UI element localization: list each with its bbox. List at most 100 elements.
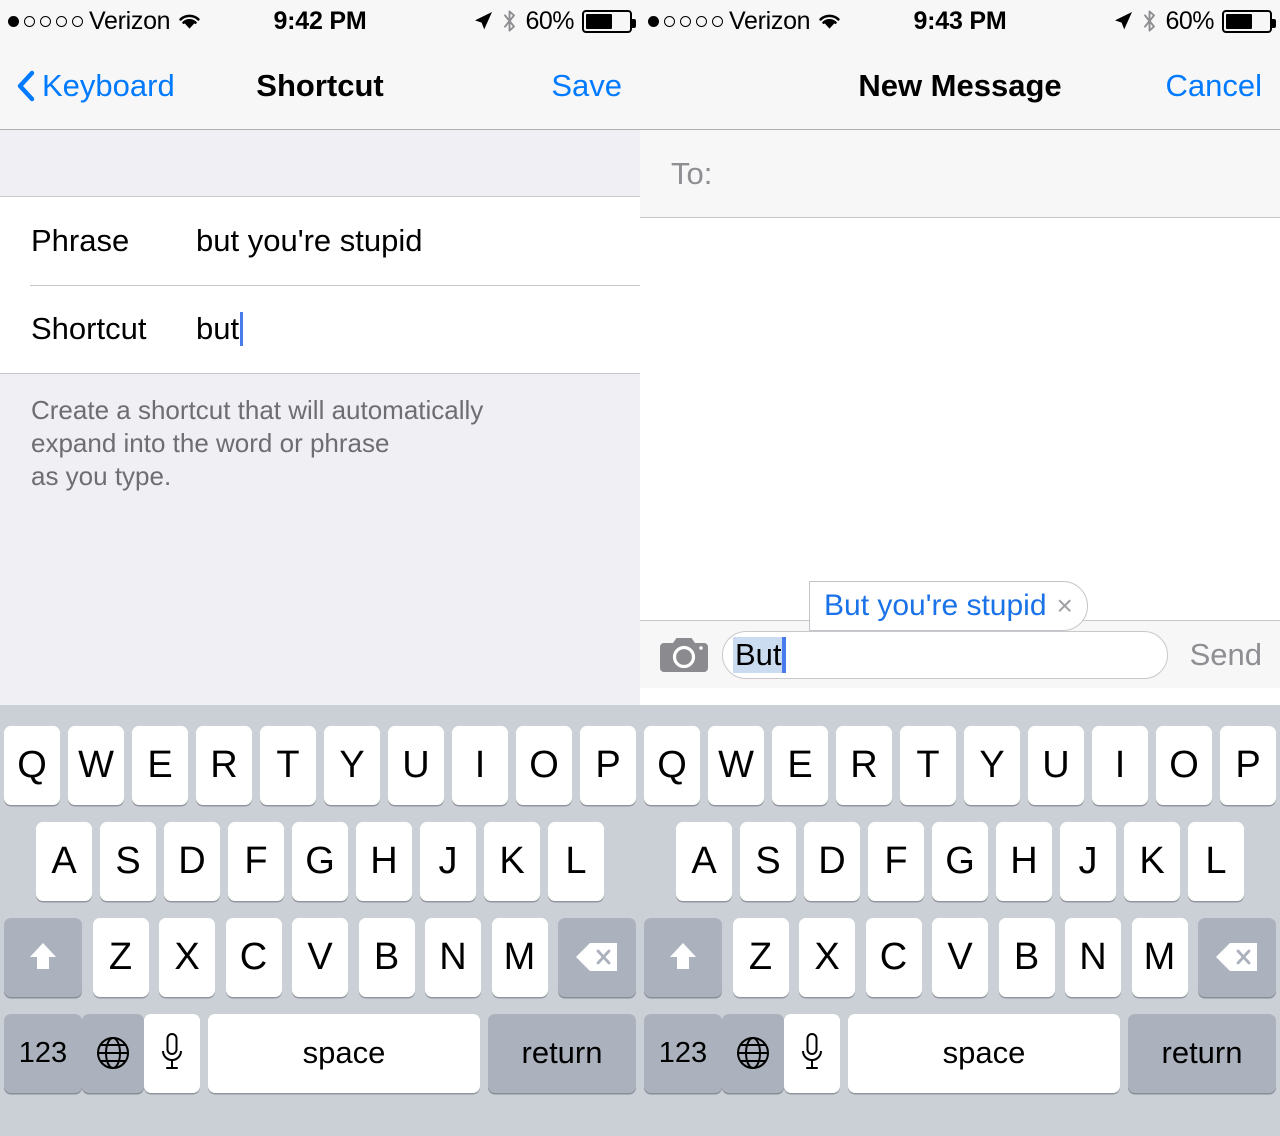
key-k[interactable]: K xyxy=(484,821,540,901)
key-v[interactable]: V xyxy=(932,917,988,997)
key-x[interactable]: X xyxy=(799,917,855,997)
send-button[interactable]: Send xyxy=(1180,637,1268,673)
globe-key[interactable] xyxy=(722,1013,784,1093)
keyboard-row-1: Q W E R T Y U I O P xyxy=(640,717,1280,813)
key-b[interactable]: B xyxy=(998,917,1055,997)
key-v[interactable]: V xyxy=(292,917,348,997)
dual-screenshot-stage: Verizon 9:42 PM 60% Keyboard Shortcut Sa… xyxy=(0,0,1280,1136)
key-j[interactable]: J xyxy=(1060,821,1116,901)
key-l[interactable]: L xyxy=(1188,821,1244,901)
key-i[interactable]: I xyxy=(452,725,508,805)
shift-arrow-icon xyxy=(30,943,56,969)
dictation-key[interactable] xyxy=(144,1013,200,1093)
delete-key[interactable] xyxy=(558,917,636,997)
table-top-spacer xyxy=(0,130,640,197)
key-k[interactable]: K xyxy=(1124,821,1180,901)
dictation-key[interactable] xyxy=(784,1013,840,1093)
return-key[interactable]: return xyxy=(488,1013,636,1093)
key-d[interactable]: D xyxy=(164,821,220,901)
key-h[interactable]: H xyxy=(356,821,412,901)
bluetooth-icon xyxy=(504,10,516,32)
key-q[interactable]: Q xyxy=(4,725,60,805)
phrase-input[interactable]: but you're stupid xyxy=(196,223,423,259)
key-u[interactable]: U xyxy=(388,725,444,805)
key-a[interactable]: A xyxy=(676,821,732,901)
close-icon[interactable]: × xyxy=(1057,591,1073,620)
phrase-row[interactable]: Phrase but you're stupid xyxy=(0,197,640,285)
left-status-bar: Verizon 9:42 PM 60% xyxy=(0,0,640,42)
key-y[interactable]: Y xyxy=(964,725,1020,805)
space-key[interactable]: space xyxy=(208,1013,480,1093)
shift-key[interactable] xyxy=(644,917,722,997)
shortcut-input[interactable]: but xyxy=(196,311,244,347)
key-q[interactable]: Q xyxy=(644,725,700,805)
key-n[interactable]: N xyxy=(1065,917,1121,997)
key-r[interactable]: R xyxy=(196,725,252,805)
key-s[interactable]: S xyxy=(740,821,796,901)
key-g[interactable]: G xyxy=(932,821,988,901)
key-t[interactable]: T xyxy=(260,725,316,805)
key-s[interactable]: S xyxy=(100,821,156,901)
key-m[interactable]: M xyxy=(491,917,548,997)
backspace-icon xyxy=(576,943,617,971)
key-m[interactable]: M xyxy=(1131,917,1188,997)
cancel-button[interactable]: Cancel xyxy=(1166,68,1263,104)
keyboard-row-4: 123 space return xyxy=(0,1005,640,1101)
camera-icon[interactable] xyxy=(658,635,710,675)
key-g[interactable]: G xyxy=(292,821,348,901)
text-caret xyxy=(240,312,244,346)
key-z[interactable]: Z xyxy=(732,917,789,997)
key-h[interactable]: H xyxy=(996,821,1052,901)
key-f[interactable]: F xyxy=(868,821,924,901)
key-x[interactable]: X xyxy=(159,917,215,997)
phrase-label: Phrase xyxy=(31,223,130,258)
space-key[interactable]: space xyxy=(848,1013,1120,1093)
left-nav-bar: Keyboard Shortcut Save xyxy=(0,42,640,130)
key-t[interactable]: T xyxy=(900,725,956,805)
key-o[interactable]: O xyxy=(516,725,572,805)
key-p[interactable]: P xyxy=(1220,725,1276,805)
message-text-value: But xyxy=(733,636,782,673)
key-c[interactable]: C xyxy=(865,917,922,997)
delete-key[interactable] xyxy=(1198,917,1276,997)
right-keyboard[interactable]: Q W E R T Y U I O P A S D F G H J K L Z … xyxy=(640,705,1280,1136)
key-c[interactable]: C xyxy=(225,917,282,997)
shift-key[interactable] xyxy=(4,917,82,997)
key-n[interactable]: N xyxy=(425,917,481,997)
key-z[interactable]: Z xyxy=(92,917,149,997)
numeric-key[interactable]: 123 xyxy=(4,1013,82,1093)
key-f[interactable]: F xyxy=(228,821,284,901)
compose-toolbar: But But you're stupid × Send xyxy=(640,580,1280,688)
key-e[interactable]: E xyxy=(132,725,188,805)
message-text-input[interactable]: But But you're stupid × xyxy=(722,580,1168,679)
key-e[interactable]: E xyxy=(772,725,828,805)
key-r[interactable]: R xyxy=(836,725,892,805)
shortcut-form-group: Phrase but you're stupid Shortcut but xyxy=(0,197,640,374)
autocomplete-suggestion-bubble[interactable]: But you're stupid × xyxy=(809,580,1088,631)
key-u[interactable]: U xyxy=(1028,725,1084,805)
numeric-key[interactable]: 123 xyxy=(644,1013,722,1093)
key-w[interactable]: W xyxy=(68,725,124,805)
location-arrow-icon xyxy=(475,12,493,30)
battery-percent: 60% xyxy=(1165,6,1214,35)
key-l[interactable]: L xyxy=(548,821,604,901)
shortcut-value: but xyxy=(196,311,240,346)
left-keyboard[interactable]: Q W E R T Y U I O P A S D F G H J K L Z … xyxy=(0,705,640,1136)
key-i[interactable]: I xyxy=(1092,725,1148,805)
key-a[interactable]: A xyxy=(36,821,92,901)
key-y[interactable]: Y xyxy=(324,725,380,805)
bluetooth-icon xyxy=(1144,10,1156,32)
microphone-icon xyxy=(802,1033,822,1069)
key-j[interactable]: J xyxy=(420,821,476,901)
globe-key[interactable] xyxy=(82,1013,144,1093)
key-o[interactable]: O xyxy=(1156,725,1212,805)
message-caret xyxy=(781,636,786,673)
key-d[interactable]: D xyxy=(804,821,860,901)
key-p[interactable]: P xyxy=(580,725,636,805)
recipient-field[interactable]: To: xyxy=(640,130,1280,218)
key-w[interactable]: W xyxy=(708,725,764,805)
save-button[interactable]: Save xyxy=(551,68,622,104)
return-key[interactable]: return xyxy=(1128,1013,1276,1093)
key-b[interactable]: B xyxy=(358,917,415,997)
shortcut-row[interactable]: Shortcut but xyxy=(0,285,640,373)
